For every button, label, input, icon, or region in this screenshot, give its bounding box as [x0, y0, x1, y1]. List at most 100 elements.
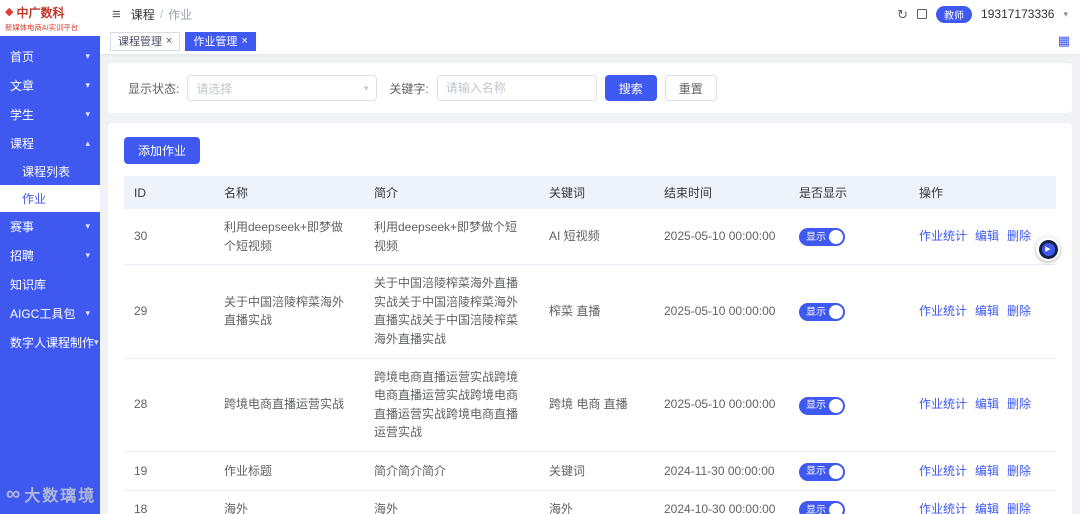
- visibility-toggle[interactable]: 显示: [799, 228, 845, 247]
- assignment-table: ID 名称 简介 关键词 结束时间 是否显示 操作 30 利用deepseek+…: [124, 176, 1056, 514]
- chevron-up-icon: ▴: [85, 138, 90, 148]
- table-row: 18 海外 海外 海外 2024-10-30 00:00:00 显示 作业统计编…: [124, 490, 1056, 514]
- menu-label: 学生: [10, 108, 35, 122]
- user-menu-chevron-icon[interactable]: ▾: [1063, 9, 1068, 20]
- chevron-down-icon: ▾: [94, 337, 99, 347]
- menu-label: 知识库: [10, 278, 47, 292]
- visibility-toggle[interactable]: 显示: [799, 396, 845, 415]
- assignment-stats-link[interactable]: 作业统计: [919, 502, 967, 514]
- add-assignment-button[interactable]: 添加作业: [124, 137, 201, 164]
- header-id: ID: [124, 176, 214, 209]
- delete-link[interactable]: 删除: [1007, 502, 1031, 514]
- toggle-on-label: 显示: [806, 399, 826, 411]
- visibility-toggle[interactable]: 显示: [799, 303, 845, 322]
- sidebar-item-courses[interactable]: 课程 ▴: [0, 129, 100, 158]
- cell-intro: 关于中国涪陵榨菜海外直播实战关于中国涪陵榨菜海外直播实战关于中国涪陵榨菜海外直播…: [364, 264, 539, 359]
- cell-end-time: 2025-05-10 00:00:00: [654, 358, 789, 452]
- cell-visible: 显示: [789, 209, 909, 266]
- breadcrumb-root[interactable]: 课程: [131, 6, 155, 23]
- sidebar-item-digital-human[interactable]: 数字人课程制作 ▾: [0, 328, 100, 357]
- user-account[interactable]: 19317173336: [981, 7, 1054, 21]
- cell-visible: 显示: [789, 451, 909, 491]
- sidebar-item-recruitment[interactable]: 招聘 ▾: [0, 241, 100, 270]
- menu-label: 文章: [10, 79, 35, 93]
- toggle-on-label: 显示: [806, 465, 826, 477]
- hamburger-icon[interactable]: ≡: [112, 7, 121, 22]
- chevron-down-icon: ▾: [85, 80, 90, 90]
- close-icon[interactable]: ×: [241, 35, 247, 47]
- search-button[interactable]: 搜索: [604, 75, 657, 101]
- edit-link[interactable]: 编辑: [975, 397, 999, 411]
- cell-id: 19: [124, 451, 214, 491]
- menu-label: 招聘: [10, 249, 35, 263]
- sidebar-subitem-course-list[interactable]: 课程列表: [0, 158, 100, 185]
- assignment-stats-link[interactable]: 作业统计: [919, 397, 967, 411]
- sidebar-menu: 首页 ▾ 文章 ▾ 学生 ▾ 课程 ▴ 课程列表 作业 赛事 ▾ 招聘 ▾ 知识…: [0, 42, 100, 357]
- cell-intro: 简介简介简介: [364, 451, 539, 491]
- header-actions: 操作: [909, 176, 1056, 209]
- keyword-input[interactable]: [436, 75, 597, 101]
- chevron-down-icon: ▾: [85, 250, 90, 260]
- edit-link[interactable]: 编辑: [975, 229, 999, 243]
- cell-keywords: 跨境 电商 直播: [539, 358, 654, 452]
- logo-title: 中广数科: [16, 6, 65, 20]
- filter-bar: 显示状态: 请选择 ▾ 关键字: 搜索 重置: [108, 63, 1072, 113]
- tab-assignment-management[interactable]: 作业管理 ×: [185, 31, 256, 51]
- chevron-down-icon: ▾: [85, 221, 90, 231]
- header-name: 名称: [214, 176, 364, 209]
- delete-link[interactable]: 删除: [1007, 397, 1031, 411]
- edit-link[interactable]: 编辑: [975, 304, 999, 318]
- table-row: 19 作业标题 简介简介简介 关键词 2024-11-30 00:00:00 显…: [124, 451, 1056, 491]
- edit-link[interactable]: 编辑: [975, 464, 999, 478]
- chevron-down-icon: ▾: [85, 308, 90, 318]
- cell-actions: 作业统计 编辑 删除: [909, 451, 1056, 491]
- cell-actions: 作业统计 编辑 删除: [909, 264, 1056, 359]
- sidebar-subitem-assignments[interactable]: 作业: [0, 185, 100, 212]
- cell-actions: 作业统计 编辑 删除: [909, 490, 1056, 514]
- delete-link[interactable]: 删除: [1007, 229, 1031, 243]
- page-content: 显示状态: 请选择 ▾ 关键字: 搜索 重置 添加作业: [100, 55, 1080, 514]
- sidebar-item-articles[interactable]: 文章 ▾: [0, 71, 100, 100]
- cell-id: 30: [124, 209, 214, 266]
- menu-label: 数字人课程制作: [10, 336, 95, 350]
- sidebar-item-home[interactable]: 首页 ▾: [0, 42, 100, 71]
- delete-link[interactable]: 删除: [1007, 464, 1031, 478]
- assignment-stats-link[interactable]: 作业统计: [919, 304, 967, 318]
- reset-button[interactable]: 重置: [664, 75, 717, 101]
- visibility-toggle[interactable]: 显示: [799, 501, 845, 514]
- cell-name: 利用deepseek+即梦做个短视频: [214, 209, 364, 266]
- visibility-toggle[interactable]: 显示: [799, 462, 845, 481]
- edit-link[interactable]: 编辑: [975, 502, 999, 514]
- cell-intro: 利用deepseek+即梦做个短视频: [364, 209, 539, 266]
- delete-link[interactable]: 删除: [1007, 304, 1031, 318]
- sidebar-item-aigc-toolkit[interactable]: AIGC工具包 ▾: [0, 299, 100, 328]
- logo-subtitle: 新媒体电商AI实训平台: [5, 23, 79, 32]
- fullscreen-icon[interactable]: [917, 9, 928, 19]
- refresh-icon[interactable]: ↻: [897, 8, 908, 21]
- tab-course-management[interactable]: 课程管理 ×: [110, 31, 181, 51]
- app-root: ◆ 中广数科 新媒体电商AI实训平台 首页 ▾ 文章 ▾ 学生 ▾ 课程 ▴ 课…: [0, 0, 1080, 514]
- sidebar-item-students[interactable]: 学生 ▾: [0, 100, 100, 129]
- cell-id: 28: [124, 358, 214, 452]
- cell-name: 海外: [214, 490, 364, 514]
- breadcrumb: 课程 / 作业: [131, 6, 192, 23]
- sidebar-item-competitions[interactable]: 赛事 ▾: [0, 212, 100, 241]
- cell-visible: 显示: [789, 358, 909, 452]
- cell-name: 作业标题: [214, 451, 364, 491]
- main-column: ≡ 课程 / 作业 ↻ 教师 19317173336 ▾ 课程管理 × 作业管理: [100, 0, 1080, 514]
- cell-keywords: 榨菜 直播: [539, 264, 654, 359]
- cell-actions: 作业统计 编辑 删除: [909, 209, 1056, 266]
- cell-id: 18: [124, 490, 214, 514]
- toggle-knob: [829, 398, 843, 413]
- sidebar-item-knowledge-base[interactable]: 知识库: [0, 270, 100, 299]
- table-row: 29 关于中国涪陵榨菜海外直播实战 关于中国涪陵榨菜海外直播实战关于中国涪陵榨菜…: [124, 264, 1056, 359]
- submenu-label: 课程列表: [22, 165, 71, 179]
- assignment-stats-link[interactable]: 作业统计: [919, 229, 967, 243]
- floating-assistant-button[interactable]: ▶: [1036, 237, 1060, 261]
- assignment-table-card: 添加作业 ID 名称 简介 关键词 结束时间 是否显示 操作 30 利用deep…: [108, 123, 1072, 514]
- toggle-on-label: 显示: [806, 306, 826, 318]
- close-icon[interactable]: ×: [166, 35, 172, 47]
- assignment-stats-link[interactable]: 作业统计: [919, 464, 967, 478]
- grid-icon[interactable]: ▦: [1058, 33, 1070, 49]
- status-select[interactable]: 请选择 ▾: [187, 75, 378, 101]
